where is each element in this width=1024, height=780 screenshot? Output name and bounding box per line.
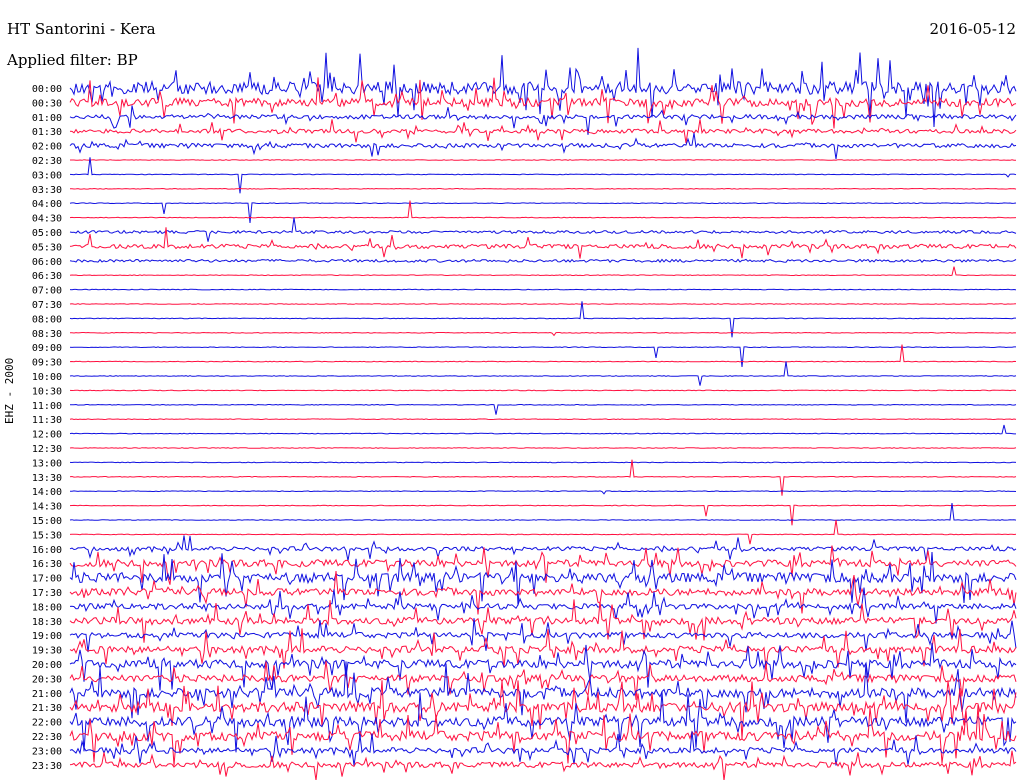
time-label: 18:30 bbox=[32, 617, 62, 628]
seismic-trace bbox=[69, 361, 1017, 386]
seismic-trace bbox=[69, 750, 1017, 780]
seismic-trace bbox=[69, 258, 1017, 264]
time-label: 05:00 bbox=[32, 228, 62, 239]
seismic-trace bbox=[69, 202, 1017, 223]
time-label: 12:00 bbox=[32, 430, 62, 441]
time-label-group: 00:00 00:30 01:00 01:30 02:00 02:30 03:00 03:30… bbox=[32, 84, 62, 772]
seismic-trace bbox=[69, 119, 1017, 144]
seismic-trace bbox=[69, 691, 1017, 753]
time-label: 13:30 bbox=[32, 473, 62, 484]
time-label: 03:00 bbox=[32, 170, 62, 181]
seismic-trace bbox=[69, 459, 1017, 496]
time-label: 09:00 bbox=[32, 343, 62, 354]
time-label: 06:30 bbox=[32, 271, 62, 282]
time-label: 19:00 bbox=[32, 631, 62, 642]
time-label: 16:30 bbox=[32, 559, 62, 570]
seismic-trace bbox=[69, 424, 1016, 435]
time-label: 18:00 bbox=[32, 602, 62, 613]
seismic-trace bbox=[69, 535, 1017, 562]
seismic-trace bbox=[69, 301, 1016, 338]
time-label: 21:00 bbox=[32, 689, 62, 700]
time-label: 02:00 bbox=[32, 142, 62, 153]
seismic-trace bbox=[70, 490, 1017, 495]
seismic-trace bbox=[70, 187, 1017, 190]
time-label: 03:30 bbox=[32, 185, 62, 196]
seismic-trace bbox=[70, 159, 1016, 161]
time-label: 05:30 bbox=[32, 242, 62, 253]
time-label: 16:00 bbox=[32, 545, 62, 556]
seismic-trace bbox=[69, 105, 1017, 135]
time-label: 21:30 bbox=[32, 703, 62, 714]
time-label: 08:30 bbox=[32, 329, 62, 340]
seismic-trace bbox=[69, 661, 1017, 723]
time-label: 14:30 bbox=[32, 502, 62, 513]
time-label: 15:30 bbox=[32, 530, 62, 541]
time-label: 17:00 bbox=[32, 574, 62, 585]
time-label: 07:00 bbox=[32, 286, 62, 297]
seismic-trace bbox=[69, 403, 1017, 415]
time-label: 20:30 bbox=[32, 674, 62, 685]
time-label: 11:00 bbox=[32, 401, 62, 412]
seismic-trace bbox=[69, 288, 1017, 291]
time-label: 22:00 bbox=[32, 718, 62, 729]
seismic-trace bbox=[69, 704, 1017, 766]
time-label: 08:00 bbox=[32, 314, 62, 325]
time-label: 13:00 bbox=[32, 458, 62, 469]
time-label: 17:30 bbox=[32, 588, 62, 599]
time-label: 20:00 bbox=[32, 660, 62, 671]
date-label: 2016-05-12 bbox=[929, 20, 1016, 38]
time-label: 02:30 bbox=[32, 156, 62, 167]
time-label: 11:30 bbox=[32, 415, 62, 426]
time-label: 04:30 bbox=[32, 214, 62, 225]
time-label: 12:30 bbox=[32, 444, 62, 455]
helicorder-plot: 00:00 00:30 01:00 01:30 02:00 02:30 03:00 03:30… bbox=[32, 47, 1017, 780]
time-label: 01:30 bbox=[32, 127, 62, 138]
time-label: 15:00 bbox=[32, 516, 62, 527]
time-label: 22:30 bbox=[32, 732, 62, 743]
channel-label: EHZ - 2000 bbox=[3, 357, 16, 424]
time-label: 06:00 bbox=[32, 257, 62, 268]
time-label: 14:00 bbox=[32, 487, 62, 498]
time-label: 07:30 bbox=[32, 300, 62, 311]
time-label: 00:00 bbox=[32, 84, 62, 95]
seismic-trace bbox=[69, 266, 1017, 277]
time-label: 01:00 bbox=[32, 113, 62, 124]
seismic-trace bbox=[69, 447, 1017, 449]
time-label: 19:30 bbox=[32, 646, 62, 657]
seismic-trace bbox=[69, 157, 1017, 194]
seismic-trace bbox=[69, 303, 1017, 305]
seismic-trace bbox=[69, 132, 1017, 160]
seismic-trace bbox=[69, 461, 1017, 464]
seismic-trace bbox=[69, 389, 1017, 392]
time-label: 10:30 bbox=[32, 386, 62, 397]
time-label: 23:30 bbox=[32, 761, 62, 772]
filter-subtitle: Applied filter: BP bbox=[7, 51, 138, 69]
time-label: 04:00 bbox=[32, 199, 62, 210]
time-label: 09:30 bbox=[32, 358, 62, 369]
seismic-trace bbox=[70, 331, 1017, 337]
seismic-trace bbox=[69, 661, 1017, 700]
seismic-trace bbox=[69, 346, 1016, 367]
seismic-trace bbox=[69, 217, 1017, 242]
time-label: 10:00 bbox=[32, 372, 62, 383]
seismic-trace bbox=[69, 418, 1017, 421]
time-label: 23:00 bbox=[32, 746, 62, 757]
time-label: 00:30 bbox=[32, 98, 62, 109]
trace-group bbox=[69, 47, 1017, 780]
station-title: HT Santorini - Kera bbox=[7, 20, 156, 38]
seismic-trace bbox=[69, 504, 1017, 526]
